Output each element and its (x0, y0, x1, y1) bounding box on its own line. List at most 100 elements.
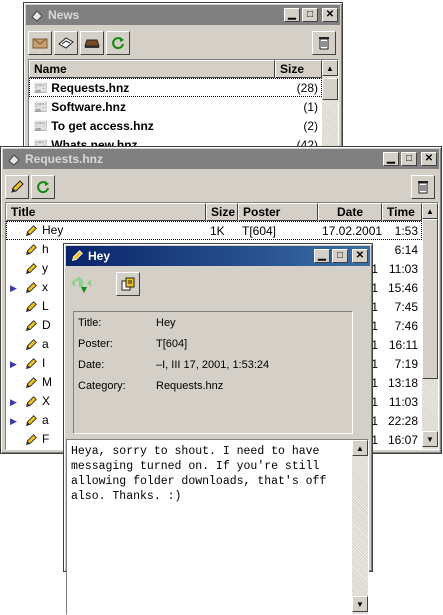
maximize-icon[interactable]: □ (401, 152, 417, 166)
row-title: X (42, 394, 50, 408)
maximize-icon[interactable]: □ (332, 249, 348, 263)
pencil-icon (24, 281, 38, 295)
message-scrollbar[interactable]: ▲ ▼ (352, 440, 368, 614)
pencil-icon (24, 414, 38, 428)
row-title: x (42, 280, 48, 294)
message-text[interactable]: Heya, sorry to shout. I need to have mes… (71, 444, 348, 504)
news-titlebar[interactable]: News ▁ □ ✕ (26, 5, 340, 25)
category-value: Requests.hnz (156, 380, 223, 392)
post-news-button[interactable] (28, 31, 52, 55)
close-icon[interactable]: ✕ (421, 152, 437, 166)
news-list: Name Size 📰 Requests.hnz (28) 📰 Software… (28, 59, 339, 149)
scroll-up-icon[interactable]: ▲ (322, 60, 338, 76)
refresh-icon[interactable] (31, 175, 55, 199)
pencil-icon (24, 376, 38, 390)
pencil-icon (24, 357, 38, 371)
close-icon[interactable]: ✕ (322, 8, 338, 22)
window-title: News (48, 8, 284, 22)
table-row[interactable]: Hey 1K T[604] 17.02.2001 1:53 (6, 221, 422, 240)
window-title: Hey (88, 249, 314, 263)
unread-marker-icon: ▶ (10, 359, 24, 370)
date-label: Date: (78, 359, 104, 371)
requests-scrollbar[interactable]: ▲ ▼ (422, 203, 438, 449)
category-label: Category: (78, 380, 126, 392)
column-header-name[interactable]: Name (29, 60, 275, 78)
minimize-icon[interactable]: ▁ (284, 8, 300, 22)
maximize-icon[interactable]: □ (302, 8, 318, 22)
row-title: h (42, 242, 49, 256)
scroll-down-icon[interactable]: ▼ (352, 596, 368, 612)
reply-icon[interactable] (116, 272, 140, 296)
row-time: 16:07 (382, 433, 422, 447)
pencil-icon (24, 338, 38, 352)
column-header-time[interactable]: Time (382, 203, 422, 221)
scroll-thumb[interactable] (422, 219, 438, 379)
scroll-up-icon[interactable]: ▲ (422, 203, 438, 219)
row-title: L (42, 299, 49, 313)
row-title: F (42, 432, 49, 446)
trash-icon[interactable] (411, 175, 435, 199)
row-title: D (42, 318, 51, 332)
row-title: y (42, 261, 48, 275)
date-value: –I, III 17, 2001, 1:53:24 (156, 359, 269, 371)
list-item[interactable]: 📰 To get access.hnz (2) (29, 116, 322, 135)
message-window: Hey ▁ □ ✕ Title: Hey Poster: T[604] Date… (63, 243, 373, 572)
news-app-icon (6, 151, 22, 167)
arrow-nav-icon[interactable] (68, 272, 108, 296)
row-time: 15:46 (382, 281, 422, 295)
row-time: 7:19 (382, 357, 422, 371)
column-header-title[interactable]: Title (6, 203, 206, 221)
row-time: 16:11 (382, 338, 422, 352)
pencil-icon (24, 319, 38, 333)
pencil-icon (24, 243, 38, 257)
row-time: 1:53 (382, 224, 422, 238)
scroll-thumb[interactable] (322, 78, 338, 100)
row-time: 7:46 (382, 319, 422, 333)
minimize-icon[interactable]: ▁ (383, 152, 399, 166)
message-body[interactable]: Heya, sorry to shout. I need to have mes… (66, 439, 369, 615)
news-file-icon: 📰 (33, 81, 48, 95)
row-title: Hey (42, 223, 63, 237)
row-title: I (42, 356, 45, 370)
pencil-icon (24, 395, 38, 409)
open-icon[interactable] (80, 31, 104, 55)
pencil-icon (24, 433, 38, 447)
list-item[interactable]: 📰 Software.hnz (1) (29, 97, 322, 116)
row-title: a (42, 337, 49, 351)
row-time: 6:14 (382, 243, 422, 257)
news-file-icon: 📰 (33, 119, 48, 133)
news-file-icon: 📰 (33, 100, 48, 114)
close-icon[interactable]: ✕ (352, 249, 368, 263)
row-time: 22:28 (382, 414, 422, 428)
row-title: a (42, 413, 49, 427)
refresh-icon[interactable] (106, 31, 130, 55)
trash-icon[interactable] (312, 31, 336, 55)
list-item[interactable]: 📰 Requests.hnz (28) (29, 78, 322, 97)
column-header-poster[interactable]: Poster (238, 203, 318, 221)
message-info-panel: Title: Hey Poster: T[604] Date: –I, III … (73, 311, 353, 434)
column-header-size[interactable]: Size (206, 203, 238, 221)
poster-label: Poster: (78, 338, 113, 350)
news-app-icon (29, 7, 45, 23)
column-header-size[interactable]: Size (275, 60, 322, 78)
news-file-icon[interactable] (54, 31, 78, 55)
title-label: Title: (78, 317, 101, 329)
column-header-date[interactable]: Date (318, 203, 382, 221)
row-title: M (42, 375, 52, 389)
message-titlebar[interactable]: Hey ▁ □ ✕ (66, 246, 370, 266)
window-title: Requests.hnz (25, 152, 383, 166)
minimize-icon[interactable]: ▁ (314, 249, 330, 263)
unread-marker-icon: ▶ (10, 416, 24, 427)
requests-titlebar[interactable]: Requests.hnz ▁ □ ✕ (3, 149, 439, 169)
row-time: 11:03 (382, 262, 422, 276)
news-scrollbar[interactable]: ▲ (322, 60, 338, 148)
scroll-up-icon[interactable]: ▲ (352, 440, 368, 456)
pencil-icon (69, 248, 85, 264)
row-time: 11:03 (382, 395, 422, 409)
row-time: 13:18 (382, 376, 422, 390)
pencil-icon[interactable] (5, 175, 29, 199)
unread-marker-icon: ▶ (10, 283, 24, 294)
pencil-icon (24, 262, 38, 276)
scroll-down-icon[interactable]: ▼ (422, 431, 438, 447)
poster-value: T[604] (156, 338, 187, 350)
